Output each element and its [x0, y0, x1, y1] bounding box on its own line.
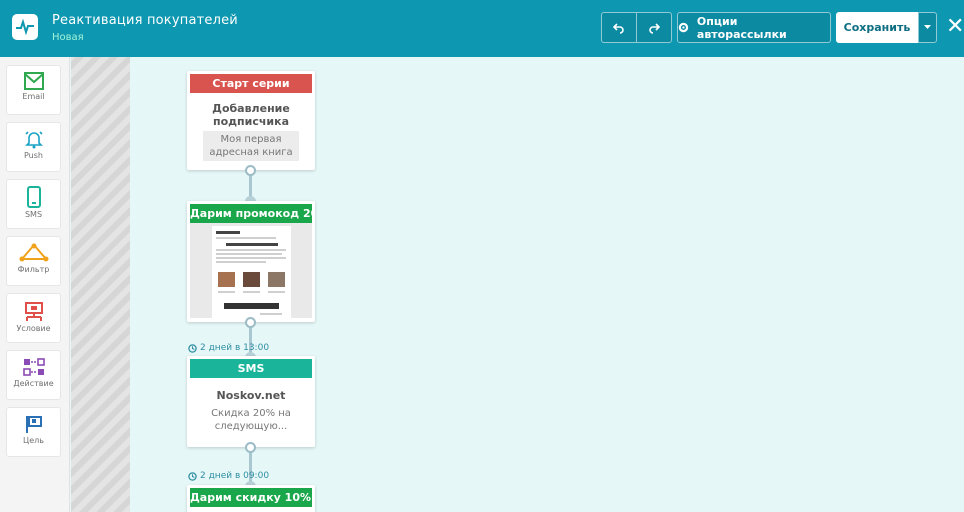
save-button[interactable]: Сохранить	[836, 12, 918, 43]
flag-icon	[25, 416, 42, 433]
sms-message-preview: Скидка 20% на следующую...	[211, 408, 291, 432]
clock-icon	[188, 343, 197, 353]
palette-item-label: Цель	[23, 436, 44, 445]
palette-item-condition[interactable]: Условие	[6, 293, 61, 343]
filter-icon	[19, 243, 48, 262]
flow-node-email[interactable]: Дарим промокод 20...	[187, 201, 315, 322]
trigger-title: Добавление подписчика	[212, 102, 290, 128]
flow-node-sms[interactable]: SMS Noskov.net Скидка 20% на следующую..…	[187, 356, 315, 447]
delay-label: 2 дней в 13:00	[188, 343, 269, 353]
flow-node-start[interactable]: Старт серии Добавление подписчика Моя пе…	[187, 71, 315, 170]
node-header: Дарим промокод 20...	[190, 204, 312, 223]
connector-port[interactable]	[245, 317, 256, 328]
delay-text: 2 дней в 13:00	[200, 343, 270, 353]
phone-icon	[26, 186, 41, 208]
palette-item-email[interactable]: Email	[6, 65, 61, 115]
palette-item-label: Email	[22, 92, 45, 101]
palette-item-label: Действие	[13, 379, 54, 388]
close-icon[interactable]: ✕	[946, 14, 964, 40]
gear-icon	[678, 22, 689, 33]
palette-item-push[interactable]: Push	[6, 122, 61, 172]
node-header: Дарим скидку 10% ...	[190, 488, 312, 507]
clock-icon	[188, 471, 197, 481]
top-bar: Реактивация покупателей Новая Опции авто…	[0, 0, 964, 57]
palette-item-goal[interactable]: Цель	[6, 407, 61, 457]
sms-sender: Noskov.net	[216, 389, 286, 402]
save-options-dropdown[interactable]	[918, 12, 937, 43]
palette-item-label: Условие	[16, 324, 51, 333]
delay-text: 2 дней в 09:00	[200, 471, 270, 481]
connector-port[interactable]	[245, 442, 256, 453]
email-thumbnail	[190, 223, 312, 318]
redo-button[interactable]	[636, 12, 672, 43]
action-icon	[22, 358, 45, 376]
bell-icon	[24, 131, 43, 149]
flow-node-email[interactable]: Дарим скидку 10% ...	[187, 485, 315, 512]
canvas-margin	[71, 57, 130, 512]
campaign-status: Новая	[52, 32, 84, 43]
node-header: SMS	[190, 359, 312, 378]
campaign-options-button[interactable]: Опции авторассылки	[677, 12, 831, 43]
delay-label: 2 дней в 09:00	[188, 471, 269, 481]
palette-item-label: Push	[24, 151, 43, 160]
redo-icon	[649, 22, 660, 34]
element-palette: Email Push SMS Фильтр Условие Действие Ц…	[0, 57, 70, 512]
palette-item-label: SMS	[24, 210, 43, 219]
campaign-title[interactable]: Реактивация покупателей	[52, 13, 238, 28]
undo-icon	[613, 22, 624, 34]
pulse-logo-icon	[12, 14, 38, 40]
palette-item-action[interactable]: Действие	[6, 350, 61, 400]
chevron-down-icon	[924, 25, 931, 29]
palette-item-sms[interactable]: SMS	[6, 179, 61, 229]
undo-button[interactable]	[601, 12, 637, 43]
options-label: Опции авторассылки	[696, 14, 787, 41]
palette-item-label: Фильтр	[17, 265, 50, 274]
node-header: Старт серии	[190, 74, 312, 93]
address-book-name: Моя первая адресная книга	[203, 131, 299, 161]
condition-icon	[24, 302, 43, 321]
connector-port[interactable]	[245, 165, 256, 176]
palette-item-filter[interactable]: Фильтр	[6, 236, 61, 286]
envelope-icon	[23, 72, 44, 90]
